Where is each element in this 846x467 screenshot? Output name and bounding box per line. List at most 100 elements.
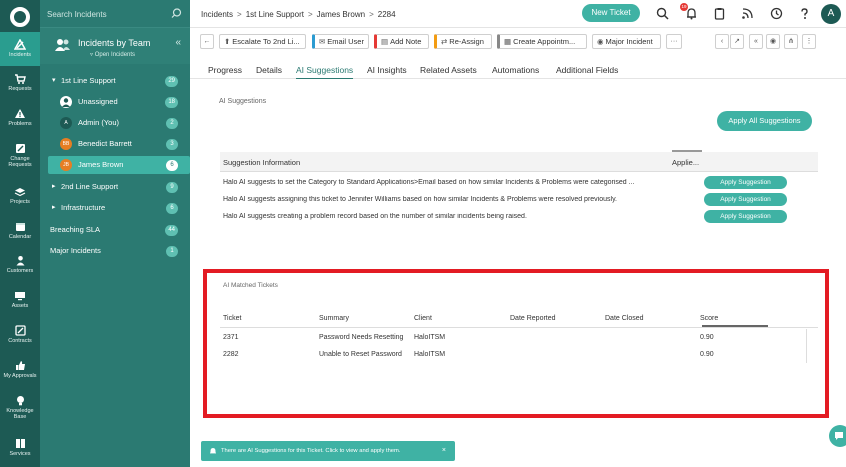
breadcrumb-separator: > [307,10,313,19]
nav-calendar[interactable]: Calendar [0,221,40,240]
sidebar-item-infrastructure[interactable]: ▸ Infrastructure 6 [48,199,190,217]
column-header-ticket[interactable]: Ticket [223,315,241,322]
major-incident-button[interactable]: ◉ Major Incident [592,34,661,49]
rss-icon[interactable] [741,7,754,20]
ai-suggestions-toast[interactable]: There are AI Suggestions for this Ticket… [201,441,455,461]
column-resize-bar[interactable] [672,150,702,152]
nav-assets[interactable]: Assets [0,291,40,309]
sidebar-item-james-brown[interactable]: JB James Brown 6 [48,156,190,174]
breadcrumb-separator: > [369,10,374,19]
close-icon[interactable]: × [442,441,446,461]
create-appointment-button[interactable]: ▦ Create Appointm... [497,34,587,49]
halo-logo-icon[interactable] [10,7,30,27]
re-assign-label: Re-Assign [449,37,484,46]
nav-problems[interactable]: Problems [0,108,40,127]
tab-ai-insights[interactable]: AI Insights [367,65,407,75]
open-external-icon[interactable]: ↗ [730,34,744,49]
chat-bubble-icon[interactable] [829,425,846,447]
matched-tickets-header: Ticket Summary Client Date Reported Date… [220,311,818,328]
column-header-client[interactable]: Client [414,315,432,322]
apply-all-suggestions-button[interactable]: Apply All Suggestions [717,111,812,131]
email-user-button[interactable]: ✉ Email User [312,34,369,49]
share-icon[interactable]: ⋔ [784,34,798,49]
apply-suggestion-button[interactable]: Apply Suggestion [704,210,787,223]
nav-label: Change Requests [8,156,32,168]
nav-incidents[interactable]: Incidents [0,32,40,66]
count-badge: 9 [166,182,178,193]
breadcrumb-team[interactable]: 1st Line Support [246,10,304,19]
tab-additional-fields[interactable]: Additional Fields [556,65,618,75]
sidebar-item-benedict-barrett[interactable]: BB Benedict Barrett 3 [48,135,190,153]
nav-contracts[interactable]: Contracts [0,325,40,344]
sidebar-item-major-incidents[interactable]: Major Incidents 1 [42,242,190,260]
sidebar-item-1st-line-support[interactable]: ▾ 1st Line Support 29 [48,72,190,90]
avatar: A [60,117,72,129]
table-row[interactable]: 2282 Unable to Reset Password HaloITSM 0… [220,346,818,363]
table-row[interactable]: 2371 Password Needs Resetting HaloITSM 0… [220,329,818,346]
previous-ticket-icon[interactable]: ‹ [715,34,729,49]
sidebar-search[interactable]: Search Incidents [40,0,190,28]
watch-eye-icon[interactable]: ◉ [766,34,780,49]
nav-label: Contracts [8,338,32,344]
clock-icon[interactable] [770,7,783,20]
tab-progress[interactable]: Progress [208,65,242,75]
chat-icon [835,432,843,440]
collapse-panel-icon[interactable]: « [749,34,763,49]
nav-services[interactable]: Services [0,438,40,457]
nav-my-approvals[interactable]: My Approvals [0,360,40,379]
team-selector[interactable]: Incidents by Team ▿ Open Incidents « [40,28,190,64]
search-input[interactable]: Search Incidents [47,10,107,19]
new-ticket-button[interactable]: New Ticket [582,4,640,22]
sidebar-item-2nd-line-support[interactable]: ▸ 2nd Line Support 9 [48,178,190,196]
expand-caret-icon[interactable]: ▸ [52,203,56,211]
clipboard-icon[interactable] [713,7,726,20]
back-button[interactable]: ← [200,34,214,49]
breadcrumb-agent[interactable]: James Brown [317,10,365,19]
ticket-id: 2282 [223,351,239,358]
incident-sidebar: Search Incidents Incidents by Team ▿ Ope… [40,0,190,467]
column-header-date-closed[interactable]: Date Closed [605,315,644,322]
search-icon[interactable] [171,8,182,19]
tab-details[interactable]: Details [256,65,282,75]
help-icon[interactable] [798,7,811,20]
sidebar-item-label: 1st Line Support [61,76,116,85]
more-actions-button[interactable]: ··· [666,34,682,49]
nav-label: Calendar [8,234,32,240]
search-icon[interactable] [656,7,669,20]
calendar-icon: ▦ [504,37,512,46]
nav-label: My Approvals [3,373,37,379]
column-header-score[interactable]: Score [700,315,718,322]
ticket-score: 0.90 [700,351,714,358]
count-badge: 2 [166,118,178,129]
more-options-icon[interactable]: ⋮ [802,34,816,49]
escalate-button[interactable]: ⬆ Escalate To 2nd Li... [219,34,306,49]
expand-caret-icon[interactable]: ▸ [52,182,56,190]
column-header-suggestion-info[interactable]: Suggestion Information [223,158,300,167]
column-header-summary[interactable]: Summary [319,315,349,322]
tab-automations[interactable]: Automations [492,65,539,75]
nav-change-requests[interactable]: Change Requests [0,143,40,168]
apply-suggestion-button[interactable]: Apply Suggestion [704,193,787,206]
user-avatar[interactable]: A [821,4,841,24]
column-header-applied[interactable]: Applie... [672,158,699,167]
apply-suggestion-button[interactable]: Apply Suggestion [704,176,787,189]
sidebar-item-breaching-sla[interactable]: Breaching SLA 44 [42,221,190,239]
collapse-sidebar-icon[interactable]: « [175,37,181,48]
sidebar-item-unassigned[interactable]: Unassigned 18 [48,93,190,111]
suggestion-text: Halo AI suggests assigning this ticket t… [223,196,617,203]
column-header-date-reported[interactable]: Date Reported [510,315,556,322]
tab-related-assets[interactable]: Related Assets [420,65,477,75]
add-note-button[interactable]: ▤ Add Note [374,34,429,49]
breadcrumb-incidents[interactable]: Incidents [201,10,233,19]
sidebar-item-admin[interactable]: A Admin (You) 2 [48,114,190,132]
nav-customers[interactable]: Customers [0,255,40,274]
nav-knowledge-base[interactable]: Knowledge Base [0,395,40,420]
expand-caret-icon[interactable]: ▾ [52,76,56,84]
re-assign-button[interactable]: ⇄ Re-Assign [434,34,492,49]
tab-ai-suggestions[interactable]: AI Suggestions [296,65,354,80]
count-badge: 44 [165,225,178,236]
sidebar-item-label: Major Incidents [50,246,101,255]
nav-requests[interactable]: Requests [0,74,40,92]
nav-projects[interactable]: Projects [0,187,40,205]
ai-matched-tickets-highlight: AI Matched Tickets Ticket Summary Client… [203,269,829,418]
